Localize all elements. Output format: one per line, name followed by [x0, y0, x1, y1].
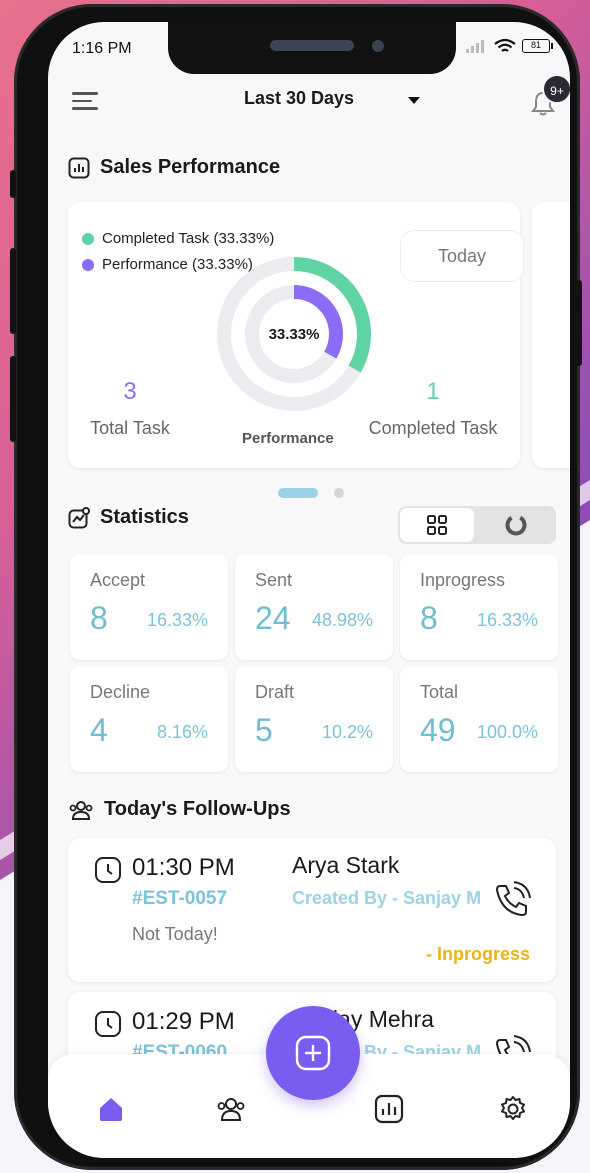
donut-caption: Performance: [242, 430, 334, 447]
pager-dot[interactable]: [334, 488, 344, 498]
tile-label: Draft: [255, 682, 295, 702]
view-toggle: [398, 506, 556, 544]
plus-square-icon: [295, 1035, 331, 1071]
tile-value: 8: [420, 600, 438, 636]
followup-card[interactable]: 01:30 PM #EST-0057 Not Today! Arya Stark…: [68, 838, 556, 982]
top-bar: Last 30 Days: [48, 80, 570, 124]
tile-percent: 48.98%: [311, 610, 373, 630]
tile-label: Total: [420, 682, 459, 702]
followups-section-title: Today's Follow-Ups: [68, 798, 291, 821]
tile-percent: 100.0%: [476, 722, 538, 742]
legend-dot-performance: [82, 258, 94, 271]
tile-percent: 16.33%: [476, 610, 538, 630]
tile-value: 5: [255, 712, 273, 748]
sales-title: Sales Performance: [100, 156, 281, 178]
followups-title: Today's Follow-Ups: [104, 798, 291, 820]
volume-up-button: [10, 248, 16, 334]
grid-view-option[interactable]: [400, 508, 474, 542]
signal-icon: [466, 40, 484, 53]
stat-tile-total[interactable]: Total 49 100.0%: [400, 666, 558, 772]
total-task-value: 3: [123, 378, 137, 405]
notification-badge[interactable]: 9+: [542, 74, 570, 104]
followup-name: Arya Stark: [292, 852, 400, 878]
performance-card: Completed Task (33.33%) Performance (33.…: [68, 202, 524, 468]
followup-status: - Inprogress: [425, 944, 530, 964]
status-time: 1:16 PM: [72, 40, 132, 57]
speaker: [270, 40, 354, 51]
power-button: [576, 280, 582, 366]
followup-note: Not Today!: [132, 924, 218, 944]
statistics-title: Statistics: [100, 506, 189, 528]
tile-label: Inprogress: [420, 570, 506, 590]
tile-label: Accept: [90, 570, 146, 590]
tile-percent: 8.16%: [156, 722, 208, 742]
tile-label: Decline: [90, 682, 151, 702]
add-button[interactable]: [266, 1006, 360, 1100]
followup-created-by: Created By - Sanjay M: [292, 888, 482, 908]
phone-frame: 1:16 PM 81 Last 30 Days 9+ Sales Perform…: [10, 4, 582, 1170]
completed-task-label: Completed Task: [368, 418, 498, 438]
users-icon[interactable]: [216, 1094, 246, 1124]
donut-center-value: 33.33%: [268, 326, 320, 343]
tile-value: 4: [90, 712, 108, 748]
tile-percent: 16.33%: [146, 610, 208, 630]
stat-tile-sent[interactable]: Sent 24 48.98%: [235, 554, 393, 660]
status-icons: 81: [466, 38, 553, 54]
followup-id[interactable]: #EST-0057: [132, 888, 227, 910]
battery-indicator: 81: [522, 39, 553, 53]
chart-view-option[interactable]: [478, 508, 554, 542]
camera: [372, 40, 384, 52]
clock-icon: [95, 1011, 121, 1037]
notch: [168, 22, 456, 74]
trend-chart-icon: [68, 506, 90, 528]
menu-icon[interactable]: [72, 92, 98, 112]
completed-task-value: 1: [426, 378, 440, 405]
sales-section-title: Sales Performance: [68, 156, 280, 179]
tile-value: 49: [420, 712, 456, 748]
statistics-section-title: Statistics: [68, 506, 189, 529]
users-icon: [69, 800, 93, 820]
total-task-label: Total Task: [90, 418, 170, 438]
tile-value: 24: [255, 600, 291, 636]
legend-dot-completed: [82, 232, 94, 245]
followup-time: 01:29 PM: [132, 1008, 235, 1035]
side-button: [10, 170, 16, 198]
legend-label-completed: Completed Task (33.33%): [102, 230, 275, 247]
followup-time: 01:30 PM: [132, 854, 235, 881]
clock-icon: [95, 857, 121, 883]
tile-label: Sent: [255, 570, 293, 590]
today-button[interactable]: Today: [400, 230, 524, 282]
pager-dot-active[interactable]: [278, 488, 318, 498]
legend-completed: Completed Task (33.33%): [82, 230, 274, 247]
bar-chart-icon[interactable]: [374, 1094, 404, 1124]
stat-tile-draft[interactable]: Draft 5 10.2%: [235, 666, 393, 772]
donut-chart-icon: [505, 514, 527, 536]
bar-chart-icon: [68, 157, 90, 178]
grid-icon: [427, 515, 447, 535]
volume-down-button: [10, 356, 16, 442]
stat-tile-accept[interactable]: Accept 8 16.33%: [70, 554, 228, 660]
period-selector[interactable]: Last 30 Days: [244, 88, 354, 109]
phone-call-icon[interactable]: [492, 880, 532, 920]
stat-tile-inprogress[interactable]: Inprogress 8 16.33%: [400, 554, 558, 660]
wifi-icon: [494, 38, 516, 52]
next-card-peek: [532, 202, 570, 468]
app-screen: 1:16 PM 81 Last 30 Days 9+ Sales Perform…: [48, 22, 570, 1158]
stat-tile-decline[interactable]: Decline 4 8.16%: [70, 666, 228, 772]
tile-value: 8: [90, 600, 108, 636]
tile-percent: 10.2%: [321, 722, 373, 742]
home-icon[interactable]: [96, 1094, 126, 1124]
chevron-down-icon[interactable]: [408, 97, 420, 104]
gear-icon[interactable]: [498, 1094, 528, 1124]
